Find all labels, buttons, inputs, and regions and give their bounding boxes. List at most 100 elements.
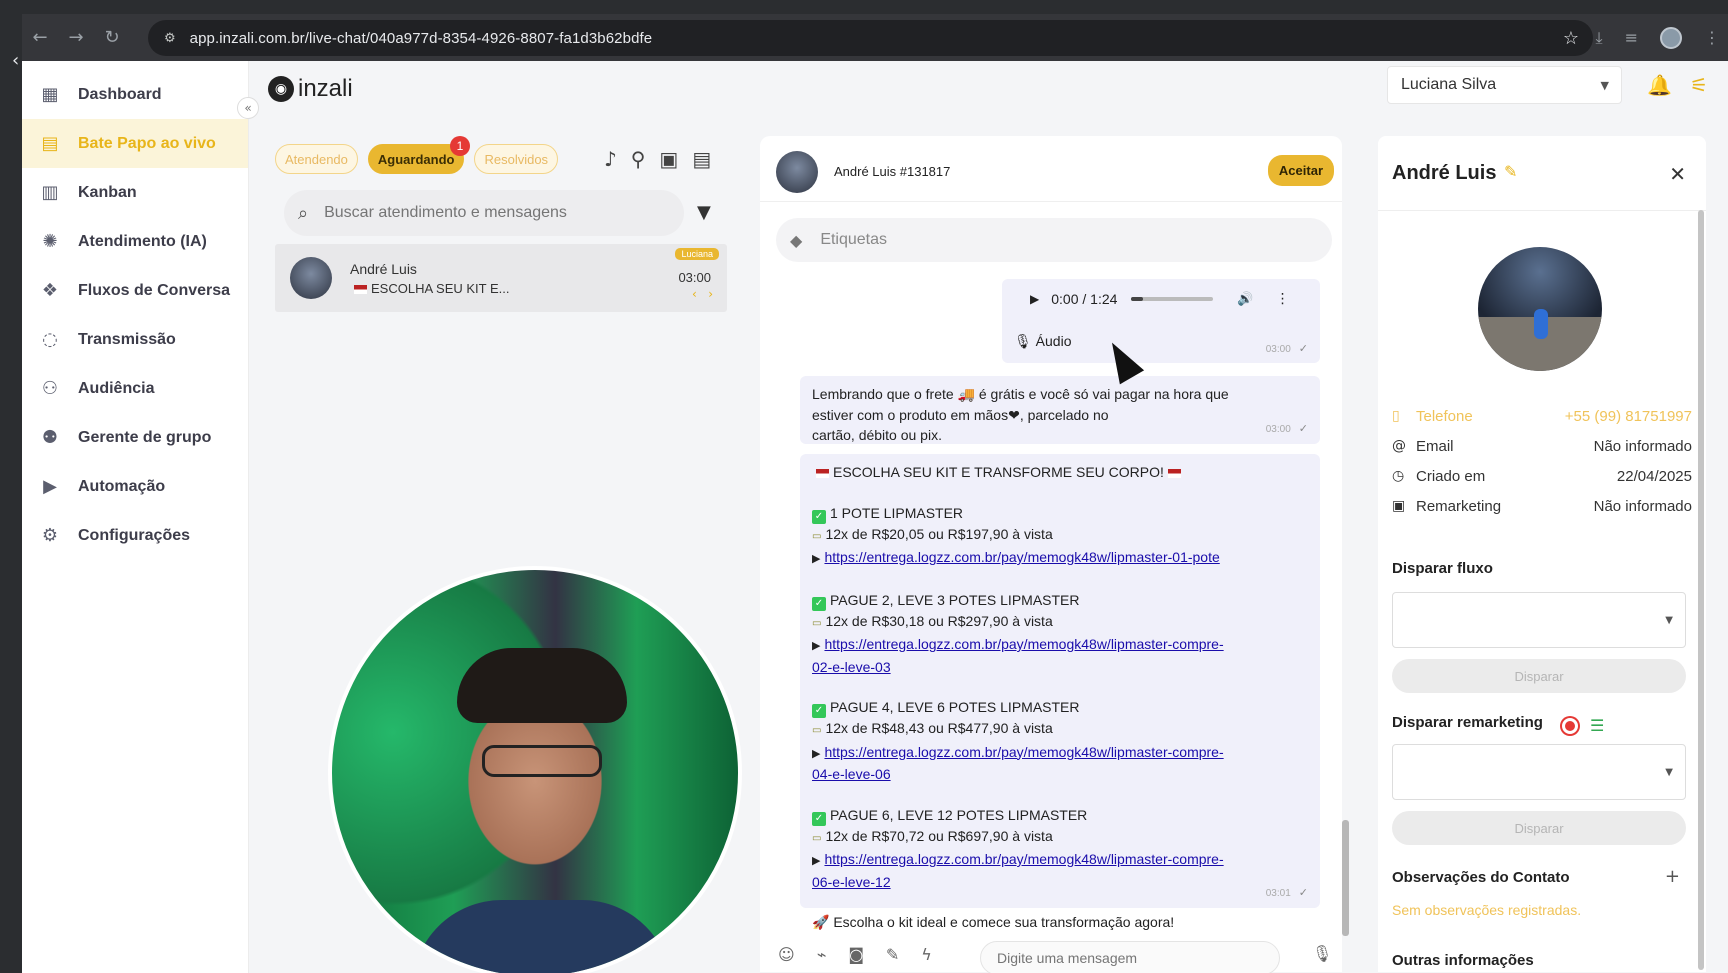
conversation-nav-arrows[interactable]: ‹ › [692,287,713,301]
menu-kebab-icon[interactable]: ⋮ [1704,28,1720,47]
sidebar-item-label: Configurações [78,526,191,544]
sidebar-item-dashboard[interactable]: ▦ Dashboard [22,70,248,119]
offer-link[interactable]: https://entrega.logzz.com.br/pay/memogk4… [824,744,1223,760]
chat-panel: André Luis #131817 Aceitar ◆ Etiquetas ▶… [760,136,1342,973]
kanban-icon: ▥ [41,182,59,203]
accept-button[interactable]: Aceitar [1267,155,1334,186]
list-icon[interactable]: ☰ [1590,716,1604,735]
tab-resolvidos[interactable]: Resolvidos [474,144,559,174]
collapse-sidebar-button[interactable]: « [237,97,259,119]
sidebar-item-settings[interactable]: ⚙ Configurações [22,511,248,560]
webcam-person-shirt [412,900,672,973]
contact-scrollbar[interactable] [1698,210,1704,970]
message-input[interactable] [980,941,1280,973]
browser-tab-strip [0,0,1728,14]
sidebar-item-kanban[interactable]: ▥ Kanban [22,168,248,217]
add-note-icon[interactable]: + [1665,866,1680,887]
offer-link[interactable]: https://entrega.logzz.com.br/pay/memogk4… [824,636,1223,652]
profile-avatar[interactable] [1660,26,1682,49]
audio-player: ▶ 0:00 / 1:24 🔊 ⋮ [1010,281,1312,317]
reading-list-icon[interactable]: ≡ [1625,28,1638,47]
music-note-icon[interactable]: ♪ [604,147,617,171]
tab-label: Resolvidos [484,151,549,167]
sidebar-item-flows[interactable]: ❖ Fluxos de Conversa [22,266,248,315]
offer-price: ▭ 12x de R$30,18 ou R$297,90 à vista [812,611,1308,635]
dashboard-icon: ▦ [41,84,59,105]
offer-link[interactable]: https://entrega.logzz.com.br/pay/memogk4… [824,851,1223,867]
record-icon[interactable] [1562,718,1578,734]
download-icon[interactable]: ⤓ [1596,28,1603,48]
mic-icon[interactable]: 🎙 [1312,944,1332,963]
record-icon[interactable]: ◙ [848,945,864,964]
tag-icon: ◆ [790,230,803,250]
tags-placeholder: Etiquetas [820,231,888,248]
offer-price-text: 12x de R$20,05 ou R$197,90 à vista [825,525,1053,542]
offer-link[interactable]: https://entrega.logzz.com.br/pay/memogk4… [824,549,1219,565]
remarketing-section-title: Disparar remarketing [1392,714,1543,731]
sidebar-item-group-manager[interactable]: ⚉ Gerente de grupo [22,413,248,462]
sidebar-item-ai[interactable]: ✺ Atendimento (IA) [22,217,248,266]
sidebar-item-label: Bate Papo ao vivo [78,134,216,152]
clock-icon: ◷ [1392,468,1405,484]
back-icon[interactable]: ← [22,27,58,48]
more-options-icon[interactable]: ⋮ [1276,291,1290,307]
pen-icon[interactable]: ✎ [886,945,899,964]
bell-icon[interactable]: 🔔 [1647,73,1672,97]
money-icon: ▭ [812,725,822,736]
sliders-icon[interactable]: ⚟ [1690,73,1708,97]
filter-icon[interactable]: ▼ [697,202,711,223]
edit-icon[interactable]: ✎ [1504,162,1517,181]
close-icon[interactable]: ✕ [1669,162,1686,186]
sidebar-item-broadcast[interactable]: ◌ Transmissão [22,315,248,364]
info-label: ◷ Criado em [1392,468,1485,485]
offer-title-text: PAGUE 2, LEVE 3 POTES LIPMASTER [830,591,1080,608]
url-text[interactable]: app.inzali.com.br/live-chat/040a977d-835… [190,30,653,47]
tab-label: Aguardando [377,151,455,167]
flag-icon [816,468,829,478]
attach-icon[interactable]: ⌁ [817,945,827,964]
tags-field[interactable]: ◆ Etiquetas [776,218,1332,262]
message-icon[interactable]: ▤ [692,147,711,171]
trigger-flow-button[interactable]: Disparar [1392,659,1686,693]
forward-icon[interactable]: → [58,27,94,48]
play-icon: ▶ [43,476,57,497]
calendar-icon[interactable]: ▣ [659,147,678,171]
sidebar-item-label: Transmissão [78,330,176,348]
chat-scrollbar[interactable] [1342,820,1349,936]
audio-progress-fill [1131,297,1143,301]
site-settings-icon[interactable]: ⚙ [164,31,176,46]
reload-icon[interactable]: ↻ [94,27,130,48]
offer-price: ▭ 12x de R$48,43 ou R$477,90 à vista [812,718,1308,742]
search-input[interactable] [324,204,645,222]
chevron-left-icon[interactable]: ‹ [12,50,19,71]
offer-link[interactable]: 04-e-leve-06 [812,766,891,782]
phone-icon: ▯ [1392,408,1400,424]
offer-link[interactable]: 02-e-leve-03 [812,659,891,675]
offer-link[interactable]: 06-e-leve-12 [812,874,891,890]
offer-title: ✓ PAGUE 2, LEVE 3 POTES LIPMASTER [812,590,1308,611]
address-bar[interactable]: ⚙ app.inzali.com.br/live-chat/040a977d-8… [148,20,1593,56]
audio-progress-track[interactable] [1131,297,1214,301]
conversation-item[interactable]: André Luis ESCOLHA SEU KIT E... Luciana … [275,244,727,312]
sidebar-item-audience[interactable]: ⚇ Audiência [22,364,248,413]
tab-atendendo[interactable]: Atendendo [275,144,358,174]
webcam-person-hair [457,648,627,723]
flow-select[interactable]: ▼ [1392,592,1686,648]
lightning-icon[interactable]: ϟ [921,945,932,964]
trigger-remarketing-button[interactable]: Disparar [1392,811,1686,845]
sidebar-item-live-chat[interactable]: ▤ Bate Papo ao vivo [22,119,248,168]
message-time: 03:00 [1265,344,1291,355]
play-icon[interactable]: ▶ [1030,292,1039,306]
add-contact-icon[interactable]: ⚲ [631,147,646,171]
user-select[interactable]: Luciana Silva ▼ [1387,66,1622,104]
play-triangle-icon: ▶ [812,854,821,867]
play-triangle-icon: ▶ [812,746,821,760]
emoji-icon[interactable]: ☺ [778,945,795,964]
tab-label: Atendendo [285,151,348,167]
flag-icon [354,285,367,295]
created-value: 22/04/2025 [1616,467,1692,485]
volume-icon[interactable]: 🔊 [1237,292,1253,307]
sidebar-item-automation[interactable]: ▶ Automação [22,462,248,511]
remarketing-select[interactable]: ▼ [1392,744,1686,800]
bookmark-star-icon[interactable]: ☆ [1563,28,1579,49]
